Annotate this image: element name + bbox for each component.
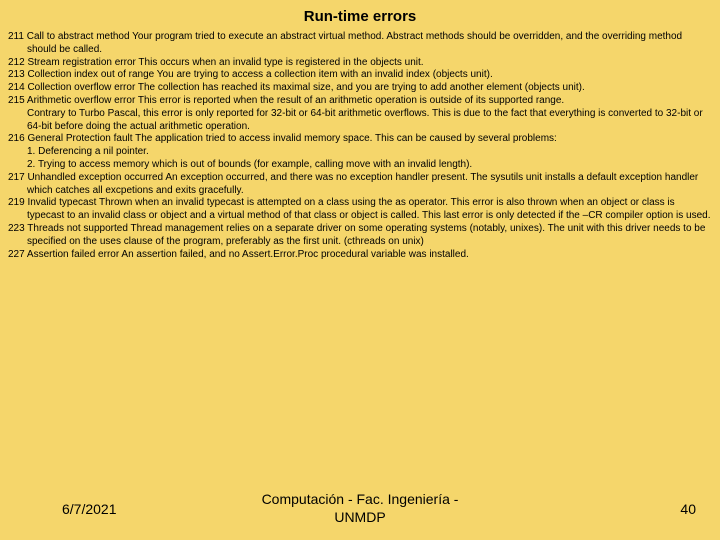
footer-page-number: 40 <box>680 501 696 517</box>
error-216-sub1: 1. Deferencing a nil pointer. <box>8 146 712 159</box>
error-216-sub2: 2. Trying to access memory which is out … <box>8 159 712 172</box>
footer: 6/7/2021 Computación - Fac. Ingeniería -… <box>0 491 720 526</box>
error-215-cont: Contrary to Turbo Pascal, this error is … <box>8 108 712 134</box>
error-list: 211 Call to abstract method Your program… <box>0 31 720 261</box>
error-215: 215 Arithmetic overflow error This error… <box>8 95 712 108</box>
error-227: 227 Assertion failed error An assertion … <box>8 249 712 262</box>
footer-line1: Computación - Fac. Ingeniería - <box>262 491 459 507</box>
error-216: 216 General Protection fault The applica… <box>8 133 712 146</box>
error-217: 217 Unhandled exception occurred An exce… <box>8 172 712 198</box>
footer-date: 6/7/2021 <box>62 501 117 517</box>
error-223: 223 Threads not supported Thread managem… <box>8 223 712 249</box>
page-title: Run-time errors <box>0 0 720 31</box>
error-214: 214 Collection overflow error The collec… <box>8 82 712 95</box>
error-211: 211 Call to abstract method Your program… <box>8 31 712 57</box>
footer-line2: UNMDP <box>334 509 385 525</box>
error-213: 213 Collection index out of range You ar… <box>8 69 712 82</box>
error-212: 212 Stream registration error This occur… <box>8 57 712 70</box>
error-219: 219 Invalid typecast Thrown when an inva… <box>8 197 712 223</box>
